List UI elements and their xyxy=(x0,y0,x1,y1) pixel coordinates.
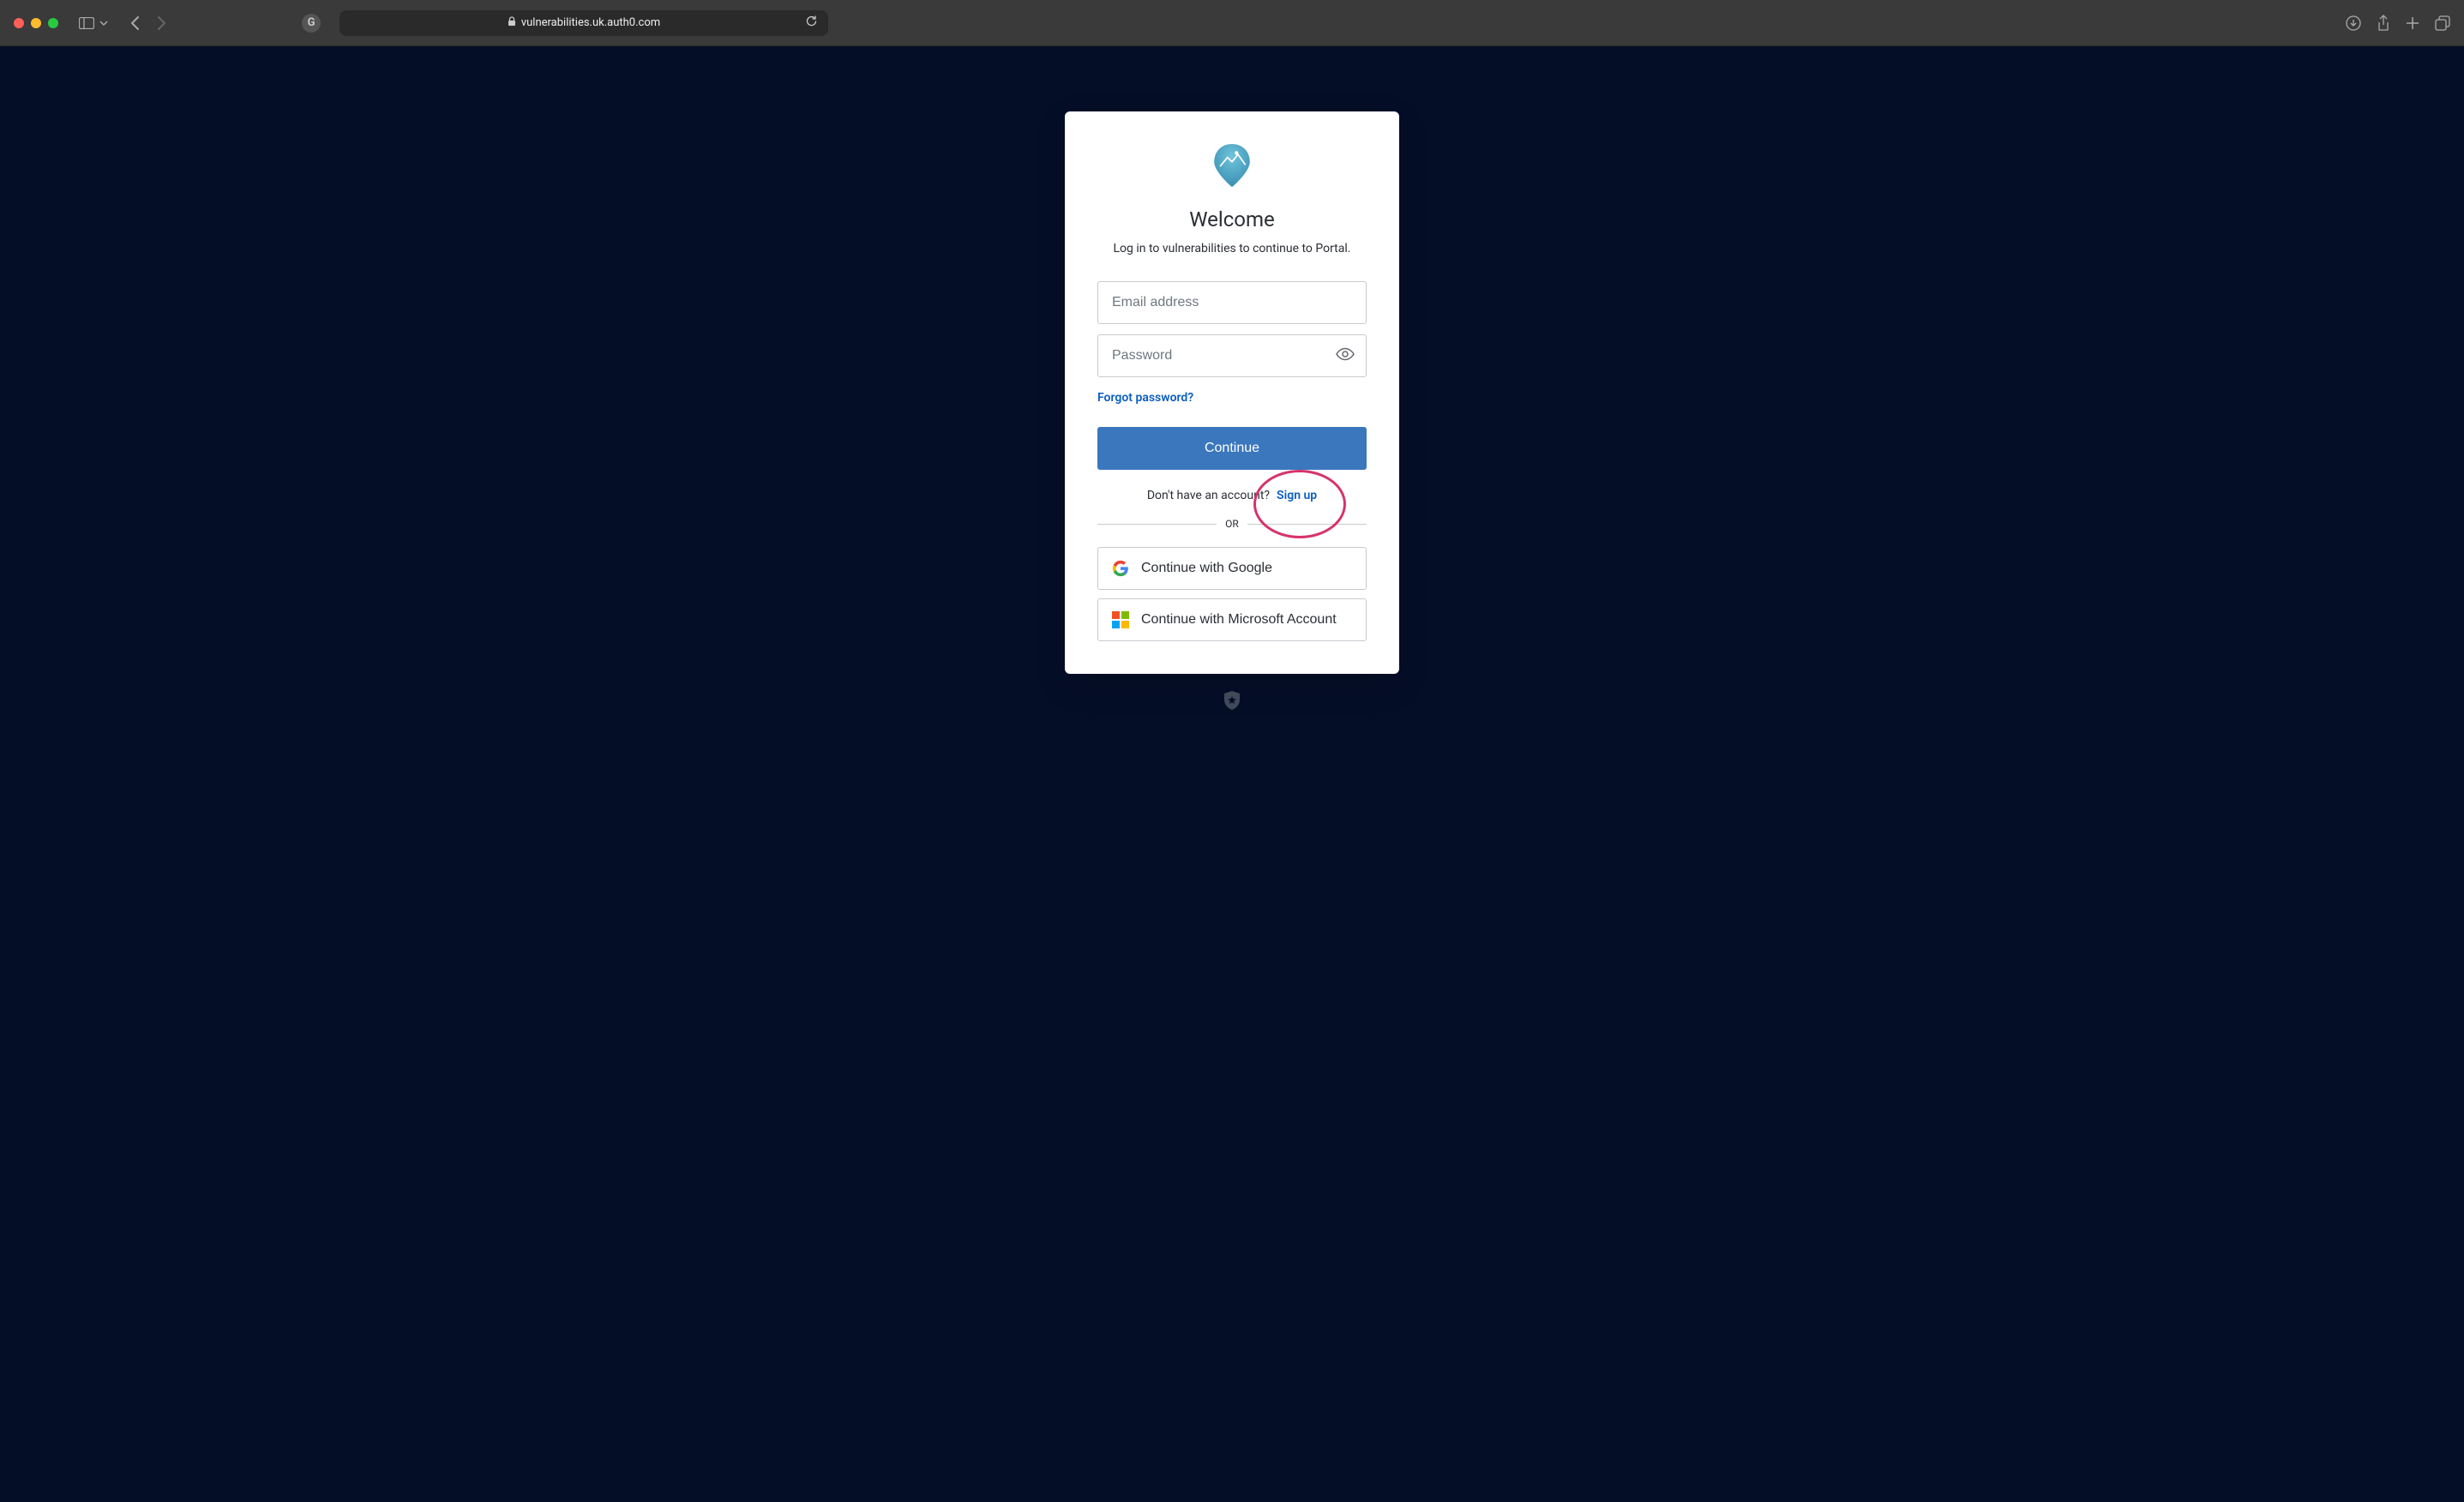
password-input[interactable] xyxy=(1097,334,1367,377)
google-icon xyxy=(1112,560,1129,577)
auth0-badge xyxy=(1223,691,1241,710)
extension-icon[interactable]: G xyxy=(302,14,321,33)
lock-icon xyxy=(508,16,516,29)
login-card: Welcome Log in to vulnerabilities to con… xyxy=(1065,111,1399,674)
or-divider: OR xyxy=(1097,518,1367,530)
google-button-label: Continue with Google xyxy=(1141,561,1272,576)
continue-button[interactable]: Continue xyxy=(1097,427,1367,470)
back-button[interactable] xyxy=(125,14,146,33)
eye-icon xyxy=(1336,345,1355,363)
divider-line xyxy=(1097,524,1217,525)
download-icon xyxy=(2346,15,2361,31)
downloads-button[interactable] xyxy=(2346,15,2361,31)
tabs-button[interactable] xyxy=(2435,15,2450,31)
sidebar-toggle-button[interactable] xyxy=(79,17,108,29)
email-input[interactable] xyxy=(1097,281,1367,324)
sidebar-icon xyxy=(79,17,94,29)
nav-arrows xyxy=(125,14,171,33)
maximize-window-button[interactable] xyxy=(48,18,58,28)
share-button[interactable] xyxy=(2377,15,2390,32)
signup-row: Don't have an account? Sign up xyxy=(1147,489,1317,502)
close-window-button[interactable] xyxy=(14,18,24,28)
signup-prompt: Don't have an account? xyxy=(1147,489,1270,502)
window-controls xyxy=(14,18,58,28)
plus-icon xyxy=(2406,16,2419,30)
share-icon xyxy=(2377,15,2390,32)
url-text: vulnerabilities.uk.auth0.com xyxy=(521,16,660,29)
signup-link[interactable]: Sign up xyxy=(1277,489,1317,502)
reload-button[interactable] xyxy=(805,15,818,31)
minimize-window-button[interactable] xyxy=(31,18,41,28)
forgot-password-link[interactable]: Forgot password? xyxy=(1097,391,1193,405)
chevron-down-icon xyxy=(99,19,108,27)
microsoft-login-button[interactable]: Continue with Microsoft Account xyxy=(1097,598,1367,641)
app-logo xyxy=(1210,144,1254,189)
show-password-button[interactable] xyxy=(1336,345,1355,367)
browser-toolbar: G vulnerabilities.uk.auth0.com xyxy=(0,0,2464,46)
new-tab-button[interactable] xyxy=(2406,16,2419,30)
page-background: Welcome Log in to vulnerabilities to con… xyxy=(0,46,2464,1502)
chevron-right-icon xyxy=(156,15,166,31)
address-bar[interactable]: vulnerabilities.uk.auth0.com xyxy=(340,10,828,36)
or-label: OR xyxy=(1217,518,1247,530)
toolbar-right xyxy=(2346,15,2450,32)
chevron-left-icon xyxy=(130,15,141,31)
welcome-subtitle: Log in to vulnerabilities to continue to… xyxy=(1114,242,1351,255)
microsoft-icon xyxy=(1112,611,1129,628)
welcome-title: Welcome xyxy=(1189,207,1275,231)
divider-line xyxy=(1247,524,1367,525)
address-content: vulnerabilities.uk.auth0.com xyxy=(508,16,660,29)
microsoft-button-label: Continue with Microsoft Account xyxy=(1141,612,1337,628)
shield-icon xyxy=(1223,691,1241,710)
tabs-icon xyxy=(2435,15,2450,31)
forward-button[interactable] xyxy=(151,14,171,33)
reload-icon xyxy=(805,15,818,27)
google-login-button[interactable]: Continue with Google xyxy=(1097,547,1367,590)
